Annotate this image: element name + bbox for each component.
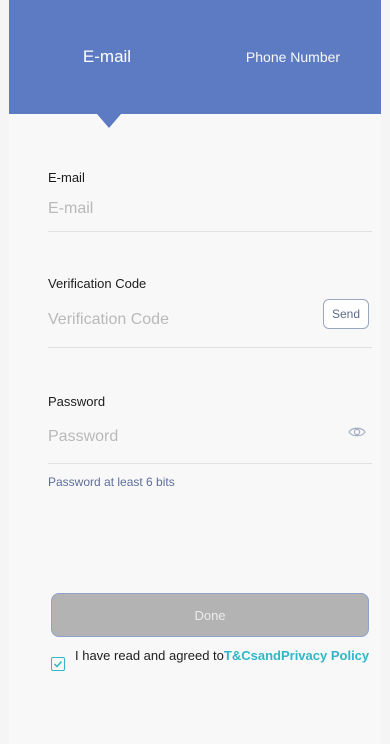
agreement-checkbox[interactable]: [51, 657, 65, 671]
terms-link[interactable]: T&Cs: [224, 648, 258, 663]
agreement-prefix: I have read and agreed to: [75, 648, 224, 663]
tab-email[interactable]: E-mail: [9, 0, 205, 114]
active-tab-indicator: [97, 114, 121, 128]
verification-field-group: Verification Code Send: [48, 275, 372, 348]
registration-page: E-mail Phone Number E-mail Verification …: [9, 0, 381, 744]
password-input-row: [48, 411, 372, 464]
agreement-text: I have read and agreed toT&CsandPrivacy …: [75, 648, 369, 664]
privacy-policy-link[interactable]: Privacy Policy: [281, 648, 369, 663]
agreement-and: and: [257, 648, 281, 663]
checkmark-icon: [53, 660, 63, 668]
verification-code-input[interactable]: [48, 305, 298, 335]
eye-icon[interactable]: [348, 425, 366, 439]
agreement-row: I have read and agreed toT&CsandPrivacy …: [51, 648, 373, 671]
password-hint: Password at least 6 bits: [48, 475, 175, 489]
password-input[interactable]: [48, 422, 298, 452]
tab-header: E-mail Phone Number: [9, 0, 381, 128]
email-input[interactable]: [48, 194, 298, 224]
tab-phone-number[interactable]: Phone Number: [205, 0, 381, 114]
send-code-button[interactable]: Send: [322, 299, 369, 329]
tab-email-label: E-mail: [82, 47, 132, 66]
done-button[interactable]: Done: [51, 593, 369, 637]
tab-phone-label: Phone Number: [245, 49, 341, 65]
email-input-row: [48, 187, 372, 232]
email-label: E-mail: [48, 170, 85, 185]
verification-label: Verification Code: [48, 276, 147, 291]
password-field-group: Password: [48, 393, 372, 464]
password-label: Password: [48, 394, 106, 409]
verification-input-row: Send: [48, 293, 372, 348]
email-field-group: E-mail: [48, 169, 372, 232]
